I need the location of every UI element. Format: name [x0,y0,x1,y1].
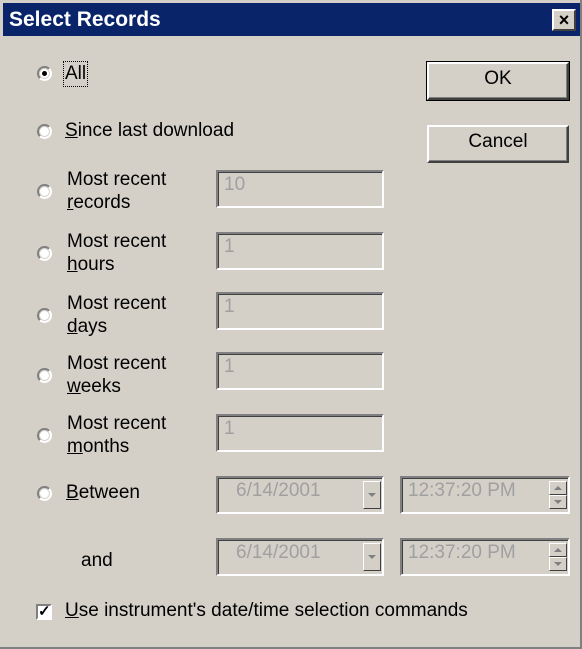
radio-most-recent-weeks[interactable] [37,368,52,383]
between-start-time-input[interactable]: 12:37:20 PM [400,476,570,514]
label-since-last-download[interactable]: Since last download [65,120,234,142]
chevron-down-icon[interactable] [363,481,381,509]
close-icon: × [558,10,570,30]
chevron-down-icon[interactable] [363,543,381,571]
radio-between[interactable] [37,486,52,501]
radio-most-recent-days[interactable] [37,308,52,323]
label-most-recent-hours[interactable]: Most recent hours [67,230,166,276]
label-and: and [81,550,113,571]
label-most-recent-records[interactable]: Most recent records [67,168,166,214]
ok-button[interactable]: OK [426,61,570,101]
and-end-date-value: 6/14/2001 [236,542,321,563]
between-start-date-combo[interactable]: 6/14/2001 [216,476,384,514]
between-start-date-value: 6/14/2001 [236,480,321,501]
spin-down-icon[interactable] [549,557,567,571]
label-between[interactable]: Between [66,482,140,504]
hours-count-input[interactable]: 1 [216,232,384,270]
spin-up-icon[interactable] [549,481,567,495]
dialog-title: Select Records [9,8,161,31]
radio-most-recent-hours[interactable] [37,246,52,261]
between-start-time-value: 12:37:20 PM [408,480,516,501]
checkmark-icon: ✓ [38,603,51,620]
spin-down-icon[interactable] [549,495,567,509]
months-count-input[interactable]: 1 [216,414,384,452]
radio-most-recent-records[interactable] [37,184,52,199]
radio-since-last-download[interactable] [37,124,52,139]
radio-selected-dot [42,71,47,76]
and-end-time-value: 12:37:20 PM [408,542,516,563]
instrument-commands-checkbox[interactable]: ✓ [36,604,52,620]
label-most-recent-weeks[interactable]: Most recent weeks [67,352,166,398]
select-records-dialog: Select Records × All Since last download… [0,0,582,649]
radio-all[interactable] [37,66,52,81]
label-all[interactable]: All [62,61,89,87]
records-count-input[interactable]: 10 [216,170,384,208]
label-most-recent-days[interactable]: Most recent days [67,292,166,338]
and-end-time-input[interactable]: 12:37:20 PM [400,538,570,576]
and-end-date-combo[interactable]: 6/14/2001 [216,538,384,576]
label-instrument-commands[interactable]: Use instrument's date/time selection com… [65,600,468,622]
days-count-input[interactable]: 1 [216,292,384,330]
radio-most-recent-months[interactable] [37,428,52,443]
label-most-recent-months[interactable]: Most recent months [67,412,166,458]
spin-up-icon[interactable] [549,543,567,557]
cancel-button[interactable]: Cancel [427,125,569,163]
weeks-count-input[interactable]: 1 [216,352,384,390]
title-bar: Select Records × [3,3,580,36]
close-button[interactable]: × [552,9,576,31]
